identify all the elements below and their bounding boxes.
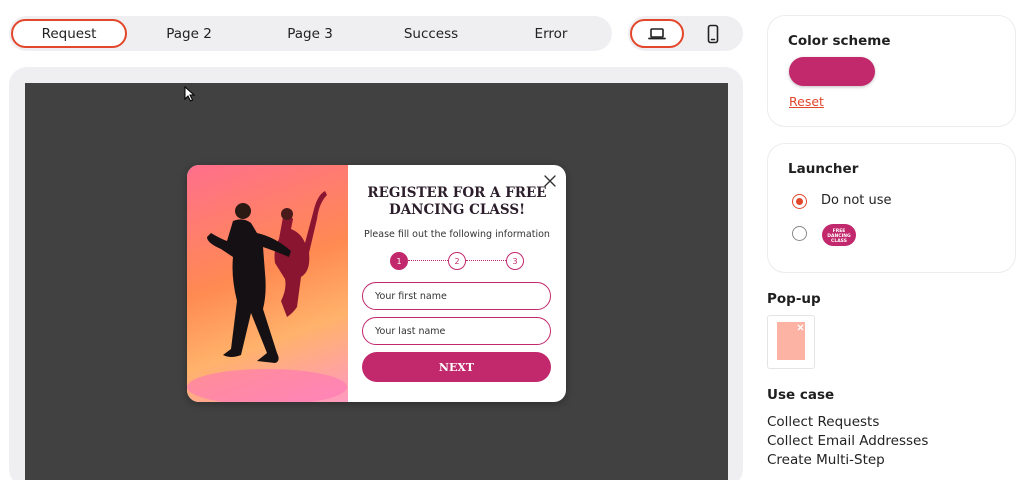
laptop-icon xyxy=(648,27,666,39)
step-dot-3: 3 xyxy=(506,252,524,270)
dancers-silhouette xyxy=(187,191,347,402)
launcher-radio-badge[interactable] xyxy=(792,226,807,241)
desktop-view-button[interactable] xyxy=(630,19,684,48)
thumbnail-close-icon xyxy=(797,324,804,331)
tab-error[interactable]: Error xyxy=(493,19,609,48)
popup-layout-thumbnail[interactable] xyxy=(767,315,815,369)
first-name-field[interactable]: Your first name xyxy=(362,282,551,310)
step-dot-1: 1 xyxy=(390,252,408,270)
device-toggle xyxy=(628,16,743,51)
color-swatch[interactable] xyxy=(789,57,875,86)
use-case-title: Use case xyxy=(767,387,835,403)
launcher-badge: FREE DANCING CLASS xyxy=(822,224,856,246)
launcher-radio-none[interactable] xyxy=(792,194,807,209)
color-scheme-card: Color scheme Reset xyxy=(767,15,1016,127)
use-case-item[interactable]: Collect Requests xyxy=(767,414,879,430)
tab-success[interactable]: Success xyxy=(373,19,489,48)
mouse-cursor-icon xyxy=(184,86,196,102)
popup-section-title: Pop-up xyxy=(767,291,821,307)
next-button[interactable]: NEXT xyxy=(362,352,551,382)
dancers-photo xyxy=(187,165,348,402)
launcher-card: Launcher Do not use FREE DANCING CLASS xyxy=(767,143,1016,273)
mobile-icon xyxy=(707,24,719,43)
tab-page-3[interactable]: Page 3 xyxy=(252,19,368,48)
tab-page-2[interactable]: Page 2 xyxy=(131,19,247,48)
launcher-option-label: Do not use xyxy=(821,193,892,208)
popup-subtitle: Please fill out the following informatio… xyxy=(364,229,550,240)
step-indicator: 1 2 3 xyxy=(390,252,524,270)
popup-form: REGISTER FOR A FREE DANCING CLASS! Pleas… xyxy=(348,165,566,402)
use-case-item[interactable]: Create Multi-Step xyxy=(767,452,885,468)
use-case-item[interactable]: Collect Email Addresses xyxy=(767,433,928,449)
popup-title: REGISTER FOR A FREE DANCING CLASS! xyxy=(367,185,547,218)
last-name-field[interactable]: Your last name xyxy=(362,317,551,345)
step-tabs: Request Page 2 Page 3 Success Error xyxy=(9,16,612,51)
launcher-title: Launcher xyxy=(788,161,859,177)
mobile-view-button[interactable] xyxy=(686,19,740,48)
color-scheme-title: Color scheme xyxy=(788,33,891,49)
reset-link[interactable]: Reset xyxy=(789,94,824,109)
popup-preview: REGISTER FOR A FREE DANCING CLASS! Pleas… xyxy=(187,165,566,402)
step-dot-2: 2 xyxy=(448,252,466,270)
tab-request[interactable]: Request xyxy=(11,19,127,48)
